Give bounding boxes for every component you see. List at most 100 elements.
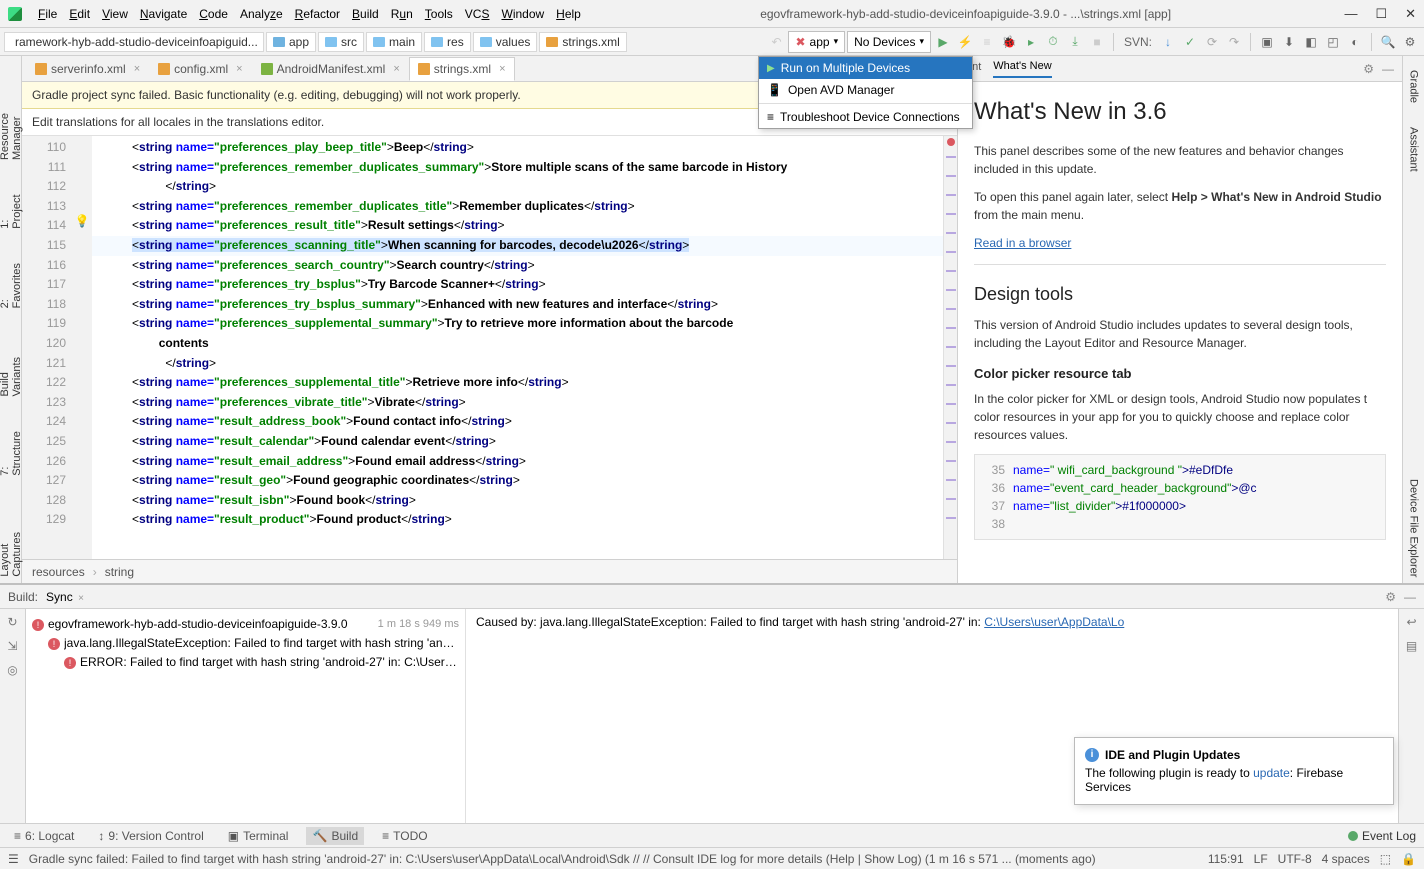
tab-gradle[interactable]: Gradle bbox=[1406, 64, 1422, 109]
apply-code-icon[interactable]: ≡ bbox=[977, 32, 997, 52]
close-icon[interactable]: × bbox=[236, 63, 242, 75]
sync-tab[interactable]: Sync × bbox=[46, 590, 84, 604]
crumb-root[interactable]: ramework-hyb-add-studio-deviceinfoapigui… bbox=[4, 32, 264, 52]
tab-device-explorer[interactable]: Device File Explorer bbox=[1406, 473, 1422, 583]
menu-view[interactable]: View bbox=[96, 7, 134, 21]
close-button[interactable]: ✕ bbox=[1405, 6, 1416, 22]
menu-refactor[interactable]: Refactor bbox=[289, 7, 346, 21]
crumb-string[interactable]: string bbox=[105, 565, 134, 579]
quick-list-icon[interactable]: ☰ bbox=[8, 852, 19, 866]
tab-logcat[interactable]: ≡ 6: Logcat bbox=[8, 827, 80, 845]
tab-build-variants[interactable]: Build Variants bbox=[0, 326, 25, 403]
minimize-panel-icon[interactable]: — bbox=[1404, 590, 1416, 604]
minimize-panel-icon[interactable]: — bbox=[1382, 62, 1394, 76]
code-area[interactable]: <string name="preferences_play_beep_titl… bbox=[92, 136, 943, 559]
run-config-dropdown[interactable]: ✖ app ▾ bbox=[788, 31, 845, 53]
console-path-link[interactable]: C:\Users\user\AppData\Lo bbox=[984, 615, 1124, 629]
stop-icon[interactable]: ■ bbox=[1087, 32, 1107, 52]
menu-vcs[interactable]: VCS bbox=[459, 7, 496, 21]
event-log-button[interactable]: Event Log bbox=[1348, 829, 1416, 843]
context-icon[interactable]: ⬚ bbox=[1380, 852, 1391, 866]
svn-update-icon[interactable]: ↓ bbox=[1158, 32, 1178, 52]
crumb-app[interactable]: app bbox=[266, 32, 316, 52]
minimize-button[interactable]: — bbox=[1344, 6, 1357, 22]
close-icon[interactable]: × bbox=[393, 63, 399, 75]
assistant-tab-whatsnew[interactable]: What's New bbox=[993, 60, 1051, 78]
sdk-icon[interactable]: ⬇ bbox=[1279, 32, 1299, 52]
tab-project[interactable]: 1: Project bbox=[0, 178, 25, 235]
profiler-icon[interactable]: ⏱ bbox=[1043, 32, 1063, 52]
gear-icon[interactable]: ⚙ bbox=[1385, 590, 1396, 604]
tab-structure[interactable]: 7: Structure bbox=[0, 415, 25, 482]
tab-config[interactable]: config.xml× bbox=[149, 57, 251, 81]
svn-history-icon[interactable]: ⟳ bbox=[1202, 32, 1222, 52]
right-tool-stripe: Gradle Assistant Device File Explorer bbox=[1402, 56, 1424, 583]
avd-icon[interactable]: ▣ bbox=[1257, 32, 1277, 52]
apply-changes-icon[interactable]: ⚡ bbox=[955, 32, 975, 52]
run-multiple-devices[interactable]: ▶Run on Multiple Devices bbox=[759, 57, 972, 79]
tab-build[interactable]: 🔨 Build bbox=[306, 827, 364, 845]
indent[interactable]: 4 spaces bbox=[1322, 852, 1370, 866]
troubleshoot-connections[interactable]: ≡Troubleshoot Device Connections bbox=[759, 106, 972, 128]
tab-serverinfo[interactable]: serverinfo.xml× bbox=[26, 57, 149, 81]
folder-icon bbox=[431, 37, 443, 47]
caret-position[interactable]: 115:91 bbox=[1208, 852, 1244, 866]
crumb-values[interactable]: values bbox=[473, 32, 538, 52]
crumb-file[interactable]: strings.xml bbox=[539, 32, 626, 52]
menu-code[interactable]: Code bbox=[193, 7, 234, 21]
back-icon[interactable]: ↶ bbox=[766, 32, 786, 52]
tab-favorites[interactable]: 2: Favorites bbox=[0, 247, 25, 314]
crumb-src[interactable]: src bbox=[318, 32, 364, 52]
close-icon[interactable]: × bbox=[78, 593, 84, 604]
settings-icon[interactable]: ⚙ bbox=[1400, 32, 1420, 52]
device-dropdown[interactable]: No Devices ▾ bbox=[847, 31, 931, 53]
gear-icon[interactable]: ⚙ bbox=[1363, 62, 1374, 76]
open-avd-manager[interactable]: 📱Open AVD Manager bbox=[759, 79, 972, 101]
target-icon[interactable]: ◎ bbox=[7, 663, 17, 677]
search-icon[interactable]: 🔍 bbox=[1378, 32, 1398, 52]
expand-icon[interactable]: ⇲ bbox=[7, 639, 17, 653]
tab-resource-manager[interactable]: Resource Manager bbox=[0, 64, 25, 166]
layout-icon[interactable]: ◰ bbox=[1323, 32, 1343, 52]
crumb-res[interactable]: res bbox=[424, 32, 471, 52]
menu-navigate[interactable]: Navigate bbox=[134, 7, 193, 21]
update-link[interactable]: update bbox=[1253, 766, 1290, 780]
menu-analyze[interactable]: Analyze bbox=[234, 7, 289, 21]
run-icon[interactable]: ▶ bbox=[933, 32, 953, 52]
error-indicator-icon[interactable] bbox=[947, 138, 955, 146]
menu-run[interactable]: Run bbox=[385, 7, 419, 21]
read-in-browser-link[interactable]: Read in a browser bbox=[974, 236, 1071, 250]
svn-revert-icon[interactable]: ↷ bbox=[1224, 32, 1244, 52]
tab-strings[interactable]: strings.xml× bbox=[409, 57, 515, 81]
menu-tools[interactable]: Tools bbox=[419, 7, 459, 21]
code-editor[interactable]: 1101111121131141151161171181191201211221… bbox=[22, 136, 957, 559]
coverage-icon[interactable]: ▸ bbox=[1021, 32, 1041, 52]
attach-icon[interactable]: ⤓ bbox=[1065, 32, 1085, 52]
close-icon[interactable]: × bbox=[499, 63, 505, 75]
scroll-icon[interactable]: ▤ bbox=[1406, 639, 1417, 653]
tab-terminal[interactable]: ▣ Terminal bbox=[222, 827, 295, 845]
svn-commit-icon[interactable]: ✓ bbox=[1180, 32, 1200, 52]
tab-layout-captures[interactable]: Layout Captures bbox=[0, 493, 25, 583]
maximize-button[interactable]: ☐ bbox=[1375, 6, 1387, 22]
menu-window[interactable]: Window bbox=[495, 7, 550, 21]
menu-edit[interactable]: Edit bbox=[63, 7, 96, 21]
menu-help[interactable]: Help bbox=[550, 7, 587, 21]
line-ending[interactable]: LF bbox=[1254, 852, 1268, 866]
tab-assistant[interactable]: Assistant bbox=[1406, 121, 1422, 178]
menu-build[interactable]: Build bbox=[346, 7, 385, 21]
res-mgr-icon[interactable]: ◧ bbox=[1301, 32, 1321, 52]
encoding[interactable]: UTF-8 bbox=[1278, 852, 1312, 866]
crumb-resources[interactable]: resources bbox=[32, 565, 85, 579]
tab-manifest[interactable]: AndroidManifest.xml× bbox=[252, 57, 409, 81]
crumb-main[interactable]: main bbox=[366, 32, 422, 52]
tab-version-control[interactable]: ↕ 9: Version Control bbox=[92, 827, 209, 845]
theme-icon[interactable]: ◐ bbox=[1345, 32, 1365, 52]
tab-todo[interactable]: ≡ TODO bbox=[376, 827, 433, 845]
refresh-icon[interactable]: ↻ bbox=[7, 615, 17, 629]
close-icon[interactable]: × bbox=[134, 63, 140, 75]
lock-icon[interactable]: 🔒 bbox=[1401, 852, 1416, 866]
menu-file[interactable]: File bbox=[32, 7, 63, 21]
debug-icon[interactable]: 🐞 bbox=[999, 32, 1019, 52]
wrap-icon[interactable]: ↩ bbox=[1406, 615, 1416, 629]
